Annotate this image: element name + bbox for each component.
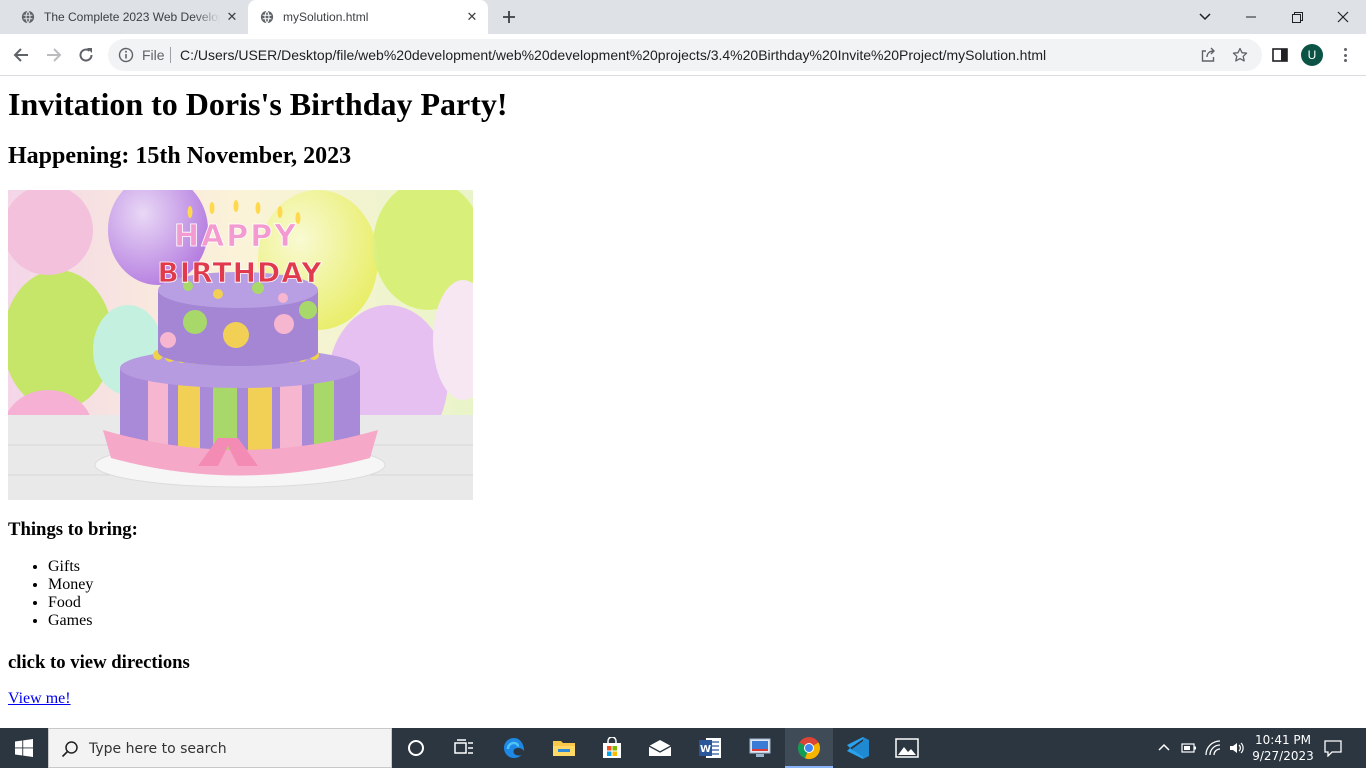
chevron-down-icon <box>1199 13 1211 21</box>
close-icon <box>1337 11 1349 23</box>
page-title: Invitation to Doris's Birthday Party! <box>8 86 508 122</box>
minimize-icon <box>1246 16 1256 18</box>
tab-title: The Complete 2023 Web Development <box>44 10 220 24</box>
word-app-button[interactable]: W <box>686 728 734 768</box>
svg-text:W: W <box>700 744 711 755</box>
things-to-bring-list: Gifts Money Food Games <box>48 558 93 630</box>
start-button[interactable] <box>0 728 48 768</box>
scheme-label: File <box>142 47 165 63</box>
store-bag-icon <box>603 737 621 758</box>
list-item: Games <box>48 612 93 630</box>
list-item: Money <box>48 576 93 594</box>
reload-button[interactable] <box>74 43 98 67</box>
globe-icon <box>21 10 35 24</box>
notification-icon[interactable] <box>1324 739 1342 757</box>
task-view-button[interactable] <box>440 728 488 768</box>
reload-icon <box>79 48 93 62</box>
vscode-app-button[interactable] <box>834 728 882 768</box>
tab-search-button[interactable] <box>1182 0 1228 34</box>
minimize-button[interactable] <box>1228 0 1274 34</box>
clock-time: 10:41 PM <box>1255 733 1311 747</box>
profile-avatar[interactable]: U <box>1301 44 1323 66</box>
back-button[interactable] <box>9 43 33 67</box>
arrow-left-icon <box>13 48 28 62</box>
url-text[interactable]: C:/Users/USER/Desktop/file/web%20develop… <box>180 47 1046 63</box>
cortana-circle-icon <box>408 740 424 756</box>
cortana-button[interactable] <box>392 728 440 768</box>
clock-date: 9/27/2023 <box>1252 749 1314 763</box>
address-bar[interactable]: File C:/Users/USER/Desktop/file/web%20de… <box>108 39 1262 71</box>
tab-my-solution[interactable]: mySolution.html ✕ <box>248 0 488 34</box>
tab-title: mySolution.html <box>283 10 369 24</box>
candle-text-birthday: BIRTHDAY <box>157 256 322 289</box>
candle-text-happy: HAPPY <box>174 219 298 254</box>
page-viewport: Invitation to Doris's Birthday Party! Ha… <box>0 77 1366 728</box>
divider <box>170 47 171 63</box>
bookmark-star-icon[interactable] <box>1232 47 1248 63</box>
globe-icon <box>260 10 274 24</box>
things-to-bring-heading: Things to bring: <box>8 519 138 540</box>
edge-icon <box>504 738 525 758</box>
volume-icon[interactable] <box>1229 740 1245 756</box>
mail-icon <box>648 740 672 756</box>
chrome-icon <box>797 737 821 760</box>
taskbar: Type here to search W 10:41 PM 9/27/2023 <box>0 728 1366 768</box>
share-icon[interactable] <box>1200 47 1216 63</box>
menu-more-icon[interactable] <box>1336 46 1354 64</box>
mail-app-button[interactable] <box>636 728 684 768</box>
restore-icon <box>1291 11 1303 23</box>
vscode-icon <box>847 737 869 759</box>
close-tab-icon[interactable]: ✕ <box>224 9 240 25</box>
restore-button[interactable] <box>1274 0 1320 34</box>
info-icon[interactable] <box>118 47 134 63</box>
new-tab-button[interactable] <box>498 6 520 28</box>
photos-icon <box>895 738 919 758</box>
search-placeholder: Type here to search <box>89 741 227 757</box>
chrome-app-button[interactable] <box>785 728 833 768</box>
task-view-icon <box>454 739 473 754</box>
close-tab-icon[interactable]: ✕ <box>464 9 480 25</box>
list-item: Gifts <box>48 558 93 576</box>
control-panel-icon <box>749 738 771 757</box>
birthday-cake-image: HAPPY BIRTHDAY <box>8 190 473 500</box>
photos-app-button[interactable] <box>883 728 931 768</box>
store-app-button[interactable] <box>588 728 636 768</box>
word-icon: W <box>699 738 721 758</box>
directions-heading: click to view directions <box>8 652 190 673</box>
windows-logo-icon <box>15 739 33 757</box>
wifi-icon[interactable] <box>1205 740 1221 756</box>
file-explorer-button[interactable] <box>540 728 588 768</box>
view-directions-link[interactable]: View me! <box>8 690 71 708</box>
arrow-right-icon <box>47 48 62 62</box>
chevron-up-icon[interactable] <box>1156 740 1172 756</box>
battery-icon[interactable] <box>1181 740 1197 756</box>
plus-icon <box>503 11 515 23</box>
tab-web-development-course[interactable]: The Complete 2023 Web Development ✕ <box>8 0 248 34</box>
folder-icon <box>553 741 575 756</box>
side-panel-icon[interactable] <box>1271 46 1289 64</box>
date-heading: Happening: 15th November, 2023 <box>8 143 352 169</box>
forward-button[interactable] <box>42 43 66 67</box>
taskbar-clock[interactable]: 10:41 PM 9/27/2023 <box>1248 732 1318 764</box>
browser-toolbar: File C:/Users/USER/Desktop/file/web%20de… <box>0 34 1366 76</box>
search-icon <box>61 741 78 758</box>
edge-app-button[interactable] <box>490 728 538 768</box>
close-window-button[interactable] <box>1320 0 1366 34</box>
taskbar-search-box[interactable]: Type here to search <box>48 728 392 768</box>
control-panel-button[interactable] <box>736 728 784 768</box>
list-item: Food <box>48 594 93 612</box>
tab-strip: The Complete 2023 Web Development ✕ mySo… <box>0 0 1366 34</box>
